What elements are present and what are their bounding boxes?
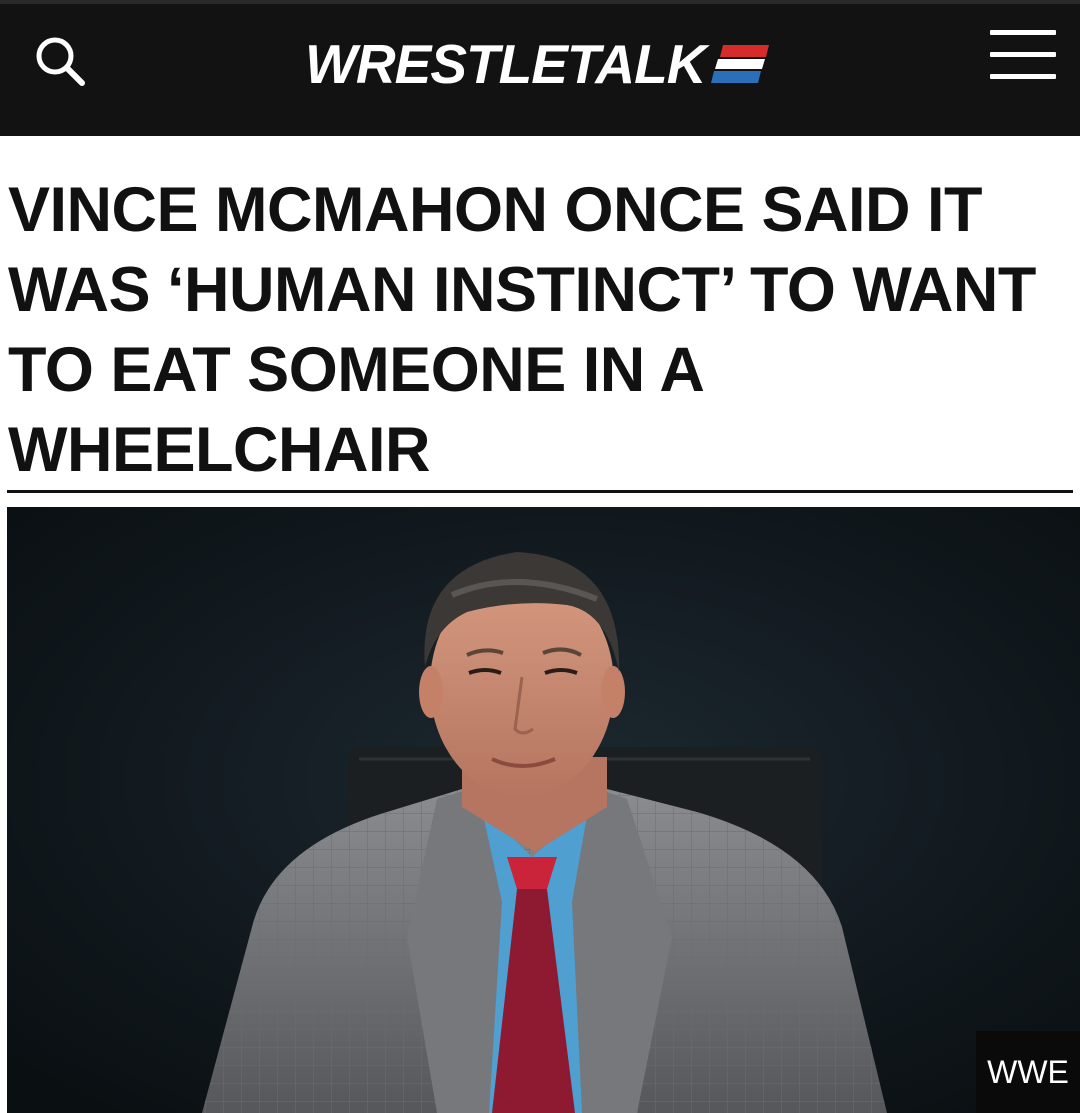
flag-stripes-icon xyxy=(711,45,770,83)
search-button[interactable] xyxy=(28,30,92,94)
headline-divider xyxy=(7,490,1073,493)
search-icon xyxy=(36,37,85,86)
article-headline: VINCE MCMAHON ONCE SAID IT WAS ‘HUMAN IN… xyxy=(8,175,1036,485)
image-credit: WWE xyxy=(976,1031,1080,1113)
hamburger-menu-icon xyxy=(990,30,1056,35)
portrait-illustration xyxy=(7,507,1080,1113)
hamburger-menu-icon-bar xyxy=(990,74,1056,79)
logo-text: WRESTLETALK xyxy=(305,32,706,95)
site-header: WRESTLETALK xyxy=(0,0,1080,136)
hamburger-menu-icon-bar xyxy=(990,52,1056,57)
article-hero-image[interactable]: WWE xyxy=(7,507,1080,1113)
menu-button[interactable] xyxy=(990,30,1056,82)
site-logo[interactable]: WRESTLETALK xyxy=(305,32,770,95)
